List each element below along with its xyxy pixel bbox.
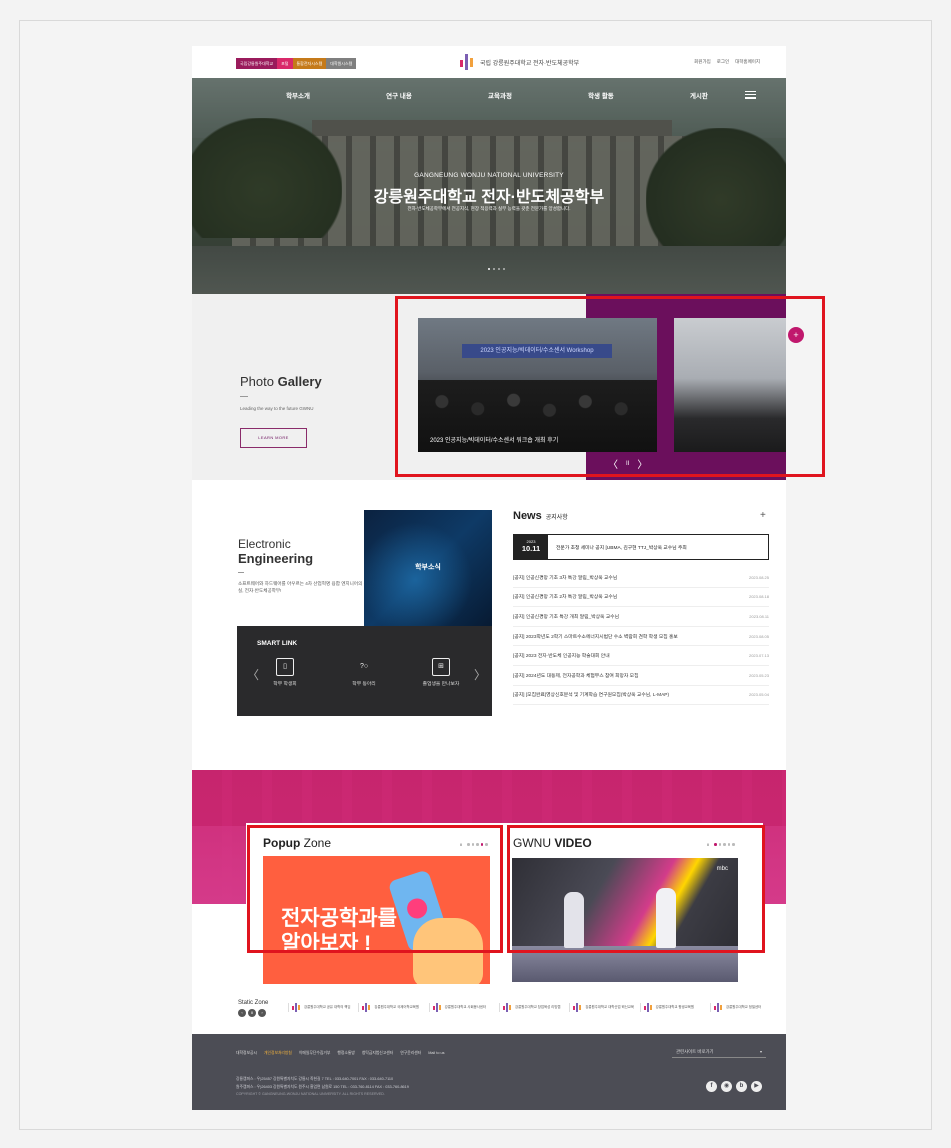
footer-address: 강릉캠퍼스 : 우)25457 강원특별자치도 강릉시 죽헌길 7 TEL : … — [236, 1077, 409, 1089]
hero-description: 전자·반도체공학부에서 전공지식, 현장 적응력과 실무 능력을 갖춘 전문가를… — [407, 206, 571, 211]
smart-link-club[interactable]: ?○ 학부 동아리 — [340, 658, 388, 687]
hero-banner: 학부소개 연구 내용 교육과정 학생 활동 게시판 GANGNEUNG WONJ… — [192, 78, 786, 294]
nav-research[interactable]: 연구 내용 — [386, 90, 412, 106]
footer-link[interactable]: 대학정보공시 — [236, 1051, 257, 1056]
quick-link-university[interactable]: 국립강릉원주대학교 — [236, 58, 278, 69]
smart-link-title: SMART LINK — [257, 640, 298, 647]
hamburger-menu-icon[interactable] — [745, 91, 756, 99]
news-item[interactable]: [공지] 2023 전자·반도체 인공지능 학술대회 안내 2023.07.13 — [513, 646, 769, 666]
footer-link[interactable]: 이메일무단수집거부 — [299, 1051, 330, 1056]
static-banner[interactable]: 강릉원주대학교 평생교육원 — [639, 1003, 708, 1012]
static-zone-controls: ‹ II › — [238, 1009, 266, 1017]
site-footer: 대학정보공시 개인정보처리방침 이메일무단수집거부 행정소통방 청탁금지법신고센… — [192, 1034, 786, 1110]
static-zone-title: Static Zone — [238, 1000, 269, 1006]
social-links: f ◉ b ▶ — [706, 1081, 762, 1092]
utility-menu: 회원가입 로그인 대학홈페이지 — [694, 59, 760, 65]
footer-link[interactable]: 연구윤리센터 — [400, 1051, 421, 1056]
news-item[interactable]: [공지] 2024년도 대동제, 전자공학과 체험부스 참여 희망자 모집 202… — [513, 666, 769, 686]
related-sites-select[interactable]: 관련사이트 바로가기 ▾ — [672, 1046, 766, 1058]
profile-card-icon: ⊞ — [432, 658, 450, 676]
elec-title-light: Electronic — [238, 537, 291, 551]
news-item[interactable]: [공지] 2023학년도 2학기 스마트수소에너지시범단 수소 벽람회 견학 학… — [513, 627, 769, 647]
youtube-icon[interactable]: ▶ — [751, 1081, 762, 1092]
learn-more-button[interactable]: LEARN MORE — [240, 428, 307, 448]
electronic-news-section: Electronic Engineering 소프트웨어와 하드웨어를 아우르는… — [192, 480, 786, 770]
footer-link-privacy[interactable]: 개인정보처리방침 — [264, 1051, 292, 1056]
department-news-label: 학부소식 — [415, 564, 441, 571]
news-list: [공지] 인공신경망 기초 3차 특강 알림_박상욱 교수님 2023.08.25… — [513, 568, 769, 706]
site-logo[interactable]: 국립 강릉원주대학교 전자·반도체공학부 — [458, 54, 579, 70]
elec-description: 소프트웨어와 하드웨어를 아우르는 4차 산업혁명 융합 엔지니어의 산실, 전… — [238, 581, 368, 593]
university-logo-icon — [713, 1003, 723, 1012]
static-pause-icon[interactable]: II — [248, 1009, 256, 1017]
util-homepage[interactable]: 대학홈페이지 — [735, 59, 760, 65]
static-banner[interactable]: 강릉원주대학교 사회봉사센터 — [428, 1003, 497, 1012]
hero-title: 강릉원주대학교 전자·반도체공학부 — [373, 189, 605, 206]
footer-link[interactable]: Mail to us — [428, 1051, 444, 1056]
footer-link[interactable]: 청탁금지법신고센터 — [362, 1051, 393, 1056]
quick-link-portal[interactable]: 포털 — [277, 58, 293, 69]
smart-link-prev-icon[interactable]: 〈 — [247, 666, 259, 683]
chevron-down-icon: ▾ — [759, 1049, 762, 1054]
static-banner[interactable]: 강릉원주대학교 대학산업 혁신교육 — [569, 1003, 637, 1012]
smart-link-panel: SMART LINK 〈 〉 ▯ 학부 학생회 ?○ 학부 동아리 ⊞ 졸업생을… — [237, 626, 492, 716]
smart-link-student-council[interactable]: ▯ 학부 학생회 — [261, 658, 309, 687]
phone-icon: ▯ — [276, 658, 294, 676]
news-item[interactable]: [공지] [모집완료]영상신호분석 및 기계학습 연구원모집(박상욱 교수님, … — [513, 686, 769, 706]
static-banners: 강릉원주대학교 공유 대학의 책임 강릉원주대학교 국제어학교육원 강릉원주대학… — [288, 1003, 778, 1012]
news-title: News 공지사항 — [513, 510, 568, 522]
hero-subtitle: GANGNEUNG WONJU NATIONAL UNIVERSITY — [414, 172, 564, 179]
util-login[interactable]: 로그인 — [717, 59, 729, 65]
news-item[interactable]: [공지] 인공신경망 기초 2차 특강 알림_박상욱 교수님 2023.08.18 — [513, 588, 769, 608]
nav-about[interactable]: 학부소개 — [286, 90, 310, 106]
quick-links: 국립강릉원주대학교 포털 통합전자시스템 대학원시스템 — [236, 58, 357, 69]
nav-student[interactable]: 학생 활동 — [588, 90, 614, 106]
news-item[interactable]: [공지] 인공신경망 기초 특강 개최 알림_박상욱 교수님 2023.08.11 — [513, 607, 769, 627]
static-banner[interactable]: 강릉원주대학교 국제어학교육원 — [358, 1003, 426, 1012]
main-nav: 학부소개 연구 내용 교육과정 학생 활동 게시판 — [192, 90, 786, 106]
news-item[interactable]: [공지] 인공신경망 기초 3차 특강 알림_박상욱 교수님 2023.08.25 — [513, 568, 769, 588]
university-logo-icon — [458, 54, 476, 70]
highlight-box-popup — [247, 825, 503, 953]
nav-board[interactable]: 게시판 — [690, 90, 708, 106]
elec-title-bold: Engineering — [238, 551, 314, 566]
smart-link-next-icon[interactable]: 〉 — [474, 666, 486, 683]
blog-icon[interactable]: b — [736, 1081, 747, 1092]
featured-news-date: 2023 10.11 — [514, 535, 548, 559]
featured-news[interactable]: 2023 10.11 전문가 초청 세미나 공지 [UBMA, 김구현 TTJ_박… — [513, 534, 769, 560]
gallery-title: Photo Gallery — [240, 374, 322, 389]
util-signup[interactable]: 회원가입 — [694, 59, 711, 65]
highlight-box-video — [507, 825, 765, 953]
university-logo-icon — [573, 1003, 582, 1012]
static-banner[interactable]: 강릉원주대학교 창업육성 리빙랩 — [498, 1003, 567, 1012]
footer-copyright: COPYRIGHT © GANGNEUNG-WONJU NATIONAL UNI… — [236, 1092, 385, 1096]
university-logo-icon — [432, 1003, 442, 1012]
chat-icon: ?○ — [359, 663, 369, 670]
footer-links: 대학정보공시 개인정보처리방침 이메일무단수집거부 행정소통방 청탁금지법신고센… — [236, 1051, 445, 1056]
smart-link-alumni[interactable]: ⊞ 졸업생을 만나보자 — [417, 658, 465, 687]
university-logo-icon — [362, 1003, 371, 1012]
hero-pagination[interactable] — [488, 268, 505, 270]
university-logo-icon — [643, 1003, 653, 1012]
top-bar: 국립강릉원주대학교 포털 통합전자시스템 대학원시스템 국립 강릉원주대학교 전… — [192, 46, 786, 78]
footer-link[interactable]: 행정소통방 — [337, 1051, 354, 1056]
quick-link-grad[interactable]: 대학원시스템 — [326, 58, 357, 69]
news-more-icon[interactable]: + — [760, 510, 766, 521]
featured-news-title: 전문가 초청 세미나 공지 [UBMA, 김구현 TTJ_박상욱 교수님 주최 — [556, 546, 687, 551]
static-banner[interactable]: 강릉원주대학교 공유 대학의 책임 — [288, 1003, 356, 1012]
highlight-box-gallery — [395, 296, 825, 477]
university-logo-icon — [292, 1003, 301, 1012]
facebook-icon[interactable]: f — [706, 1081, 717, 1092]
quick-link-system[interactable]: 통합전자시스템 — [292, 58, 327, 69]
department-news-card[interactable]: 학부소식 — [364, 510, 492, 626]
gallery-description: Leading the way to the future GWNU — [240, 406, 314, 411]
static-prev-icon[interactable]: ‹ — [238, 1009, 246, 1017]
nav-curriculum[interactable]: 교육과정 — [488, 90, 512, 106]
chat-icon[interactable]: ◉ — [721, 1081, 732, 1092]
static-next-icon[interactable]: › — [258, 1009, 266, 1017]
university-logo-icon — [502, 1003, 512, 1012]
logo-text: 국립 강릉원주대학교 전자·반도체공학부 — [480, 60, 580, 67]
static-banner[interactable]: 강릉원주대학교 정밀센터 — [709, 1003, 778, 1012]
